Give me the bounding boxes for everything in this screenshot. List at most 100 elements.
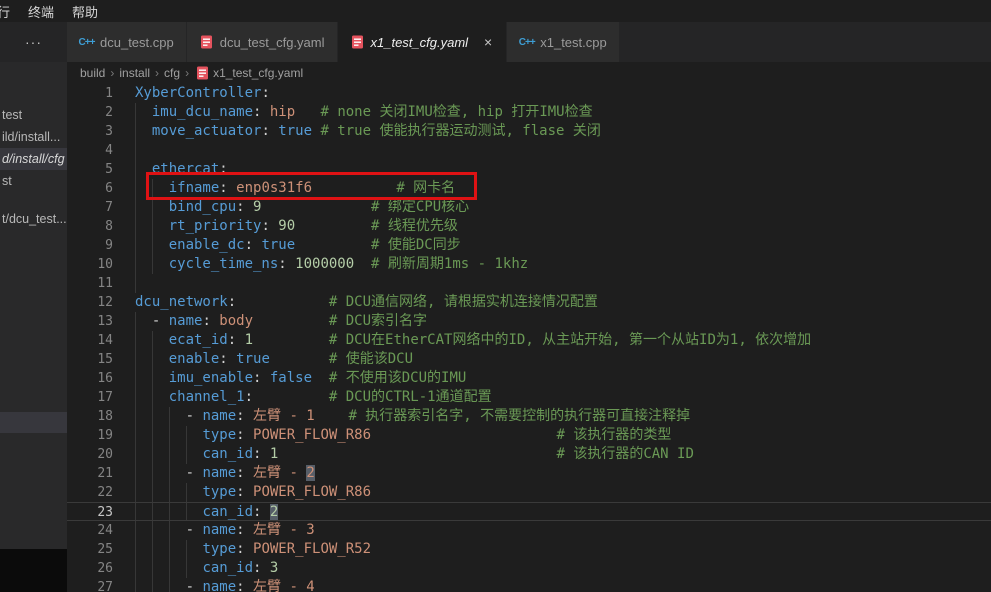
token: : [202, 313, 219, 329]
menu-item-帮助[interactable]: 帮助 [63, 0, 107, 22]
menu-item-终端[interactable]: 终端 [19, 0, 63, 22]
token: true [261, 237, 295, 253]
line-number: 19 [67, 426, 135, 445]
token [253, 389, 329, 405]
indent-guide [135, 141, 136, 160]
sidebar-row[interactable]: t/dcu_test... [0, 208, 67, 230]
token: channel_1 [169, 389, 245, 405]
token: 2 [306, 465, 314, 481]
breadcrumb: build›install›cfg›x1_test_cfg.yaml [67, 62, 991, 84]
indent-guide [169, 445, 170, 464]
code-line[interactable]: 12dcu_network: # DCU通信网络, 请根据实机连接情况配置 [67, 293, 991, 312]
token: # 线程优先级 [371, 218, 458, 234]
token [236, 294, 329, 310]
tab-dcu_test.cpp[interactable]: C++dcu_test.cpp [67, 22, 187, 62]
token: name [202, 465, 236, 481]
sidebar-row[interactable]: st [0, 170, 67, 192]
token: # 该执行器的CAN ID [556, 446, 693, 462]
sidebar-row[interactable]: d/install/cfg [0, 148, 67, 170]
token: ecat_id [169, 332, 228, 348]
code-line[interactable]: 16 imu_enable: false # 不使用该DCU的IMU [67, 369, 991, 388]
token: POWER_FLOW_R86 [253, 427, 371, 443]
line-number: 6 [67, 179, 135, 198]
code-line[interactable]: 8 rt_priority: 90 # 线程优先级 [67, 217, 991, 236]
indent-guide [152, 255, 153, 274]
code-line[interactable]: 19 type: POWER_FLOW_R86 # 该执行器的类型 [67, 426, 991, 445]
breadcrumb-item-install[interactable]: install [119, 66, 150, 80]
code-line[interactable]: 26 can_id: 3 [67, 559, 991, 578]
tab-x1_test.cpp[interactable]: C++x1_test.cpp [507, 22, 620, 62]
close-icon[interactable]: × [482, 34, 494, 50]
code-line[interactable]: 25 type: POWER_FLOW_R52 [67, 540, 991, 559]
indent-guide [152, 445, 153, 464]
token: : [245, 389, 253, 405]
token: : [228, 294, 236, 310]
line-number: 14 [67, 331, 135, 350]
breadcrumb-file[interactable]: x1_test_cfg.yaml [213, 66, 303, 80]
token: # true 使能执行器运动测试, flase 关闭 [320, 123, 600, 139]
token [371, 427, 556, 443]
tab-dcu_test_cfg.yaml[interactable]: dcu_test_cfg.yaml [187, 22, 338, 62]
sidebar-bottom-panel [0, 549, 67, 592]
token: # none 关闭IMU检查, hip 打开IMU检查 [320, 104, 592, 120]
indent-guide [152, 369, 153, 388]
indent-guide [152, 217, 153, 236]
code-line[interactable]: 24 - name: 左臂 - 3 [67, 521, 991, 540]
code-line[interactable]: 5 ethercat: [67, 160, 991, 179]
line-content: - name: 左臂 - 2 [135, 464, 991, 483]
token: : [219, 161, 227, 177]
code-line[interactable]: 6 ifname: enp0s31f6 # 网卡名 [67, 179, 991, 198]
code-line[interactable]: 23 can_id: 2 [67, 502, 991, 521]
code-line[interactable]: 14 ecat_id: 1 # DCU在EtherCAT网络中的ID, 从主站开… [67, 331, 991, 350]
line-content: imu_dcu_name: hip # none 关闭IMU检查, hip 打开… [135, 103, 991, 122]
breadcrumb-item-cfg[interactable]: cfg [164, 66, 180, 80]
code-line[interactable]: 3 move_actuator: true # true 使能执行器运动测试, … [67, 122, 991, 141]
code-line[interactable]: 11 [67, 274, 991, 293]
line-content: enable_dc: true # 使能DC同步 [135, 236, 991, 255]
token: POWER_FLOW_R86 [253, 484, 371, 500]
code-line[interactable]: 1XyberController: [67, 84, 991, 103]
code-line[interactable]: 2 imu_dcu_name: hip # none 关闭IMU检查, hip … [67, 103, 991, 122]
line-content: - name: 左臂 - 1 # 执行器索引名字, 不需要控制的执行器可直接注释… [135, 407, 991, 426]
code-line[interactable]: 13 - name: body # DCU索引名字 [67, 312, 991, 331]
code-line[interactable]: 21 - name: 左臂 - 2 [67, 464, 991, 483]
token: : [236, 484, 253, 500]
token: can_id [202, 446, 253, 462]
token: XyberController [135, 85, 261, 101]
code-line[interactable]: 4 [67, 141, 991, 160]
code-line[interactable]: 9 enable_dc: true # 使能DC同步 [67, 236, 991, 255]
code-line[interactable]: 22 type: POWER_FLOW_R86 [67, 483, 991, 502]
sidebar-row[interactable]: test [0, 104, 67, 126]
indent-guide [135, 103, 136, 122]
chevron-right-icon: › [184, 66, 190, 80]
code-line[interactable]: 20 can_id: 1 # 该执行器的CAN ID [67, 445, 991, 464]
code-line[interactable]: 27 - name: 左臂 - 4 [67, 578, 991, 592]
indent-guide [152, 179, 153, 198]
line-number: 4 [67, 141, 135, 160]
code-line[interactable]: 15 enable: true # 使能该DCU [67, 350, 991, 369]
indent-guide [169, 578, 170, 592]
indent-guide [135, 483, 136, 502]
line-number: 26 [67, 559, 135, 578]
token: : [253, 370, 270, 386]
sidebar-selected-empty-row[interactable] [0, 412, 67, 433]
breadcrumb-item-build[interactable]: build [80, 66, 105, 80]
more-actions-icon[interactable]: ··· [19, 32, 48, 52]
sidebar-row[interactable]: ild/install... [0, 126, 67, 148]
line-number: 5 [67, 160, 135, 179]
menu-item-run[interactable]: 行 [0, 0, 19, 22]
token: 1000000 [295, 256, 354, 272]
indent-guide [135, 236, 136, 255]
indent-guide [135, 407, 136, 426]
code-line[interactable]: 7 bind_cpu: 9 # 绑定CPU核心 [67, 198, 991, 217]
indent-guide [169, 464, 170, 483]
tab-x1_test_cfg.yaml[interactable]: x1_test_cfg.yaml× [338, 22, 508, 62]
code-line[interactable]: 17 channel_1: # DCU的CTRL-1通道配置 [67, 388, 991, 407]
indent-guide [186, 503, 187, 520]
token: - [186, 465, 203, 481]
code-line[interactable]: 18 - name: 左臂 - 1 # 执行器索引名字, 不需要控制的执行器可直… [67, 407, 991, 426]
code-editor[interactable]: 1XyberController:2 imu_dcu_name: hip # n… [67, 84, 991, 592]
indent-guide [152, 198, 153, 217]
token: imu_dcu_name [152, 104, 253, 120]
code-line[interactable]: 10 cycle_time_ns: 1000000 # 刷新周期1ms - 1k… [67, 255, 991, 274]
